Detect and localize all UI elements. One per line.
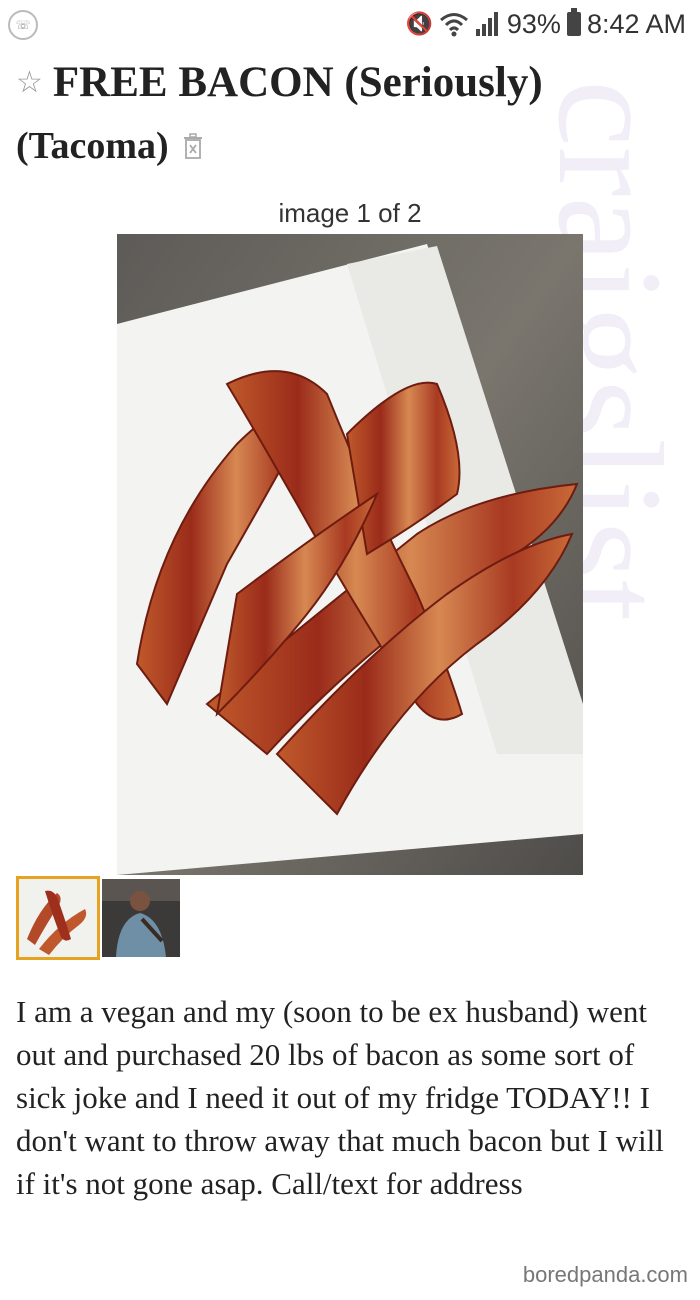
mute-icon: 🔇 bbox=[405, 11, 433, 37]
image-counter: image 1 of 2 bbox=[278, 198, 422, 228]
main-photo[interactable] bbox=[117, 234, 583, 875]
location-row: (Tacoma) bbox=[16, 124, 205, 168]
thumbnail-1[interactable] bbox=[16, 876, 100, 960]
thumbnail-2[interactable] bbox=[102, 879, 180, 957]
status-bar: ☏ 🔇 93% 8:42 AM bbox=[0, 0, 700, 48]
star-icon[interactable]: ☆ bbox=[16, 65, 43, 100]
battery-percent: 93% bbox=[506, 8, 561, 39]
title-row: ☆ FREE BACON (Seriously) bbox=[16, 58, 543, 107]
clock: 8:42 AM bbox=[586, 8, 686, 39]
post-location: (Tacoma) bbox=[16, 125, 169, 167]
post-title: FREE BACON (Seriously) bbox=[52, 59, 543, 106]
bacon-photo bbox=[117, 234, 583, 875]
phone-app-icon: ☏ bbox=[8, 10, 38, 40]
status-indicators: 🔇 93% 8:42 AM bbox=[405, 6, 686, 42]
wifi-icon bbox=[439, 13, 468, 37]
signal-icon bbox=[475, 12, 498, 36]
source-credit: boredpanda.com bbox=[522, 1262, 688, 1287]
thumbnail-strip bbox=[16, 876, 180, 960]
post-description: I am a vegan and my (soon to be ex husba… bbox=[16, 994, 664, 1201]
battery-icon bbox=[566, 8, 581, 36]
trash-icon[interactable] bbox=[181, 132, 205, 160]
